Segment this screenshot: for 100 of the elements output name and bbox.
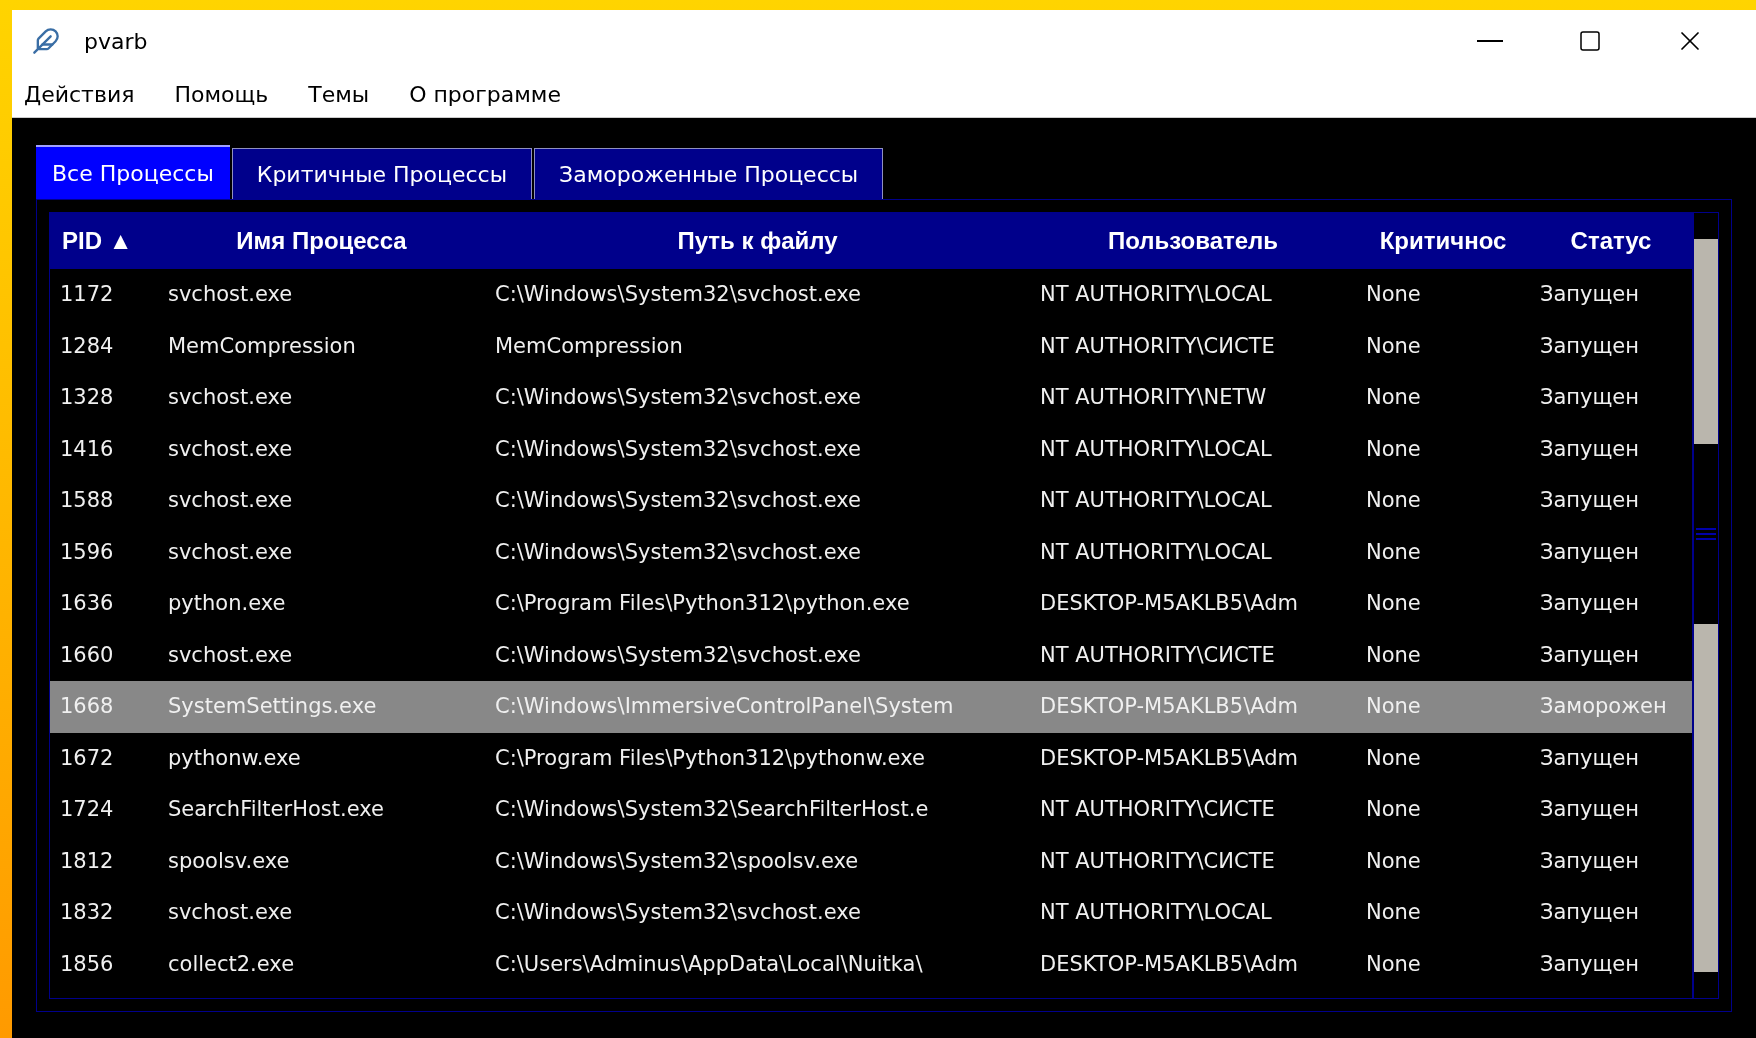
table-cell: SearchFilterHost.exe [168, 797, 384, 821]
table-cell: 1672 [60, 745, 114, 770]
table-cell: None [1366, 797, 1421, 821]
table-cell: NT AUTHORITY\LOCAL [1040, 900, 1272, 924]
table-cell: DESKTOP-M5AKLB5\Adm [1040, 694, 1298, 718]
table-cell: 1660 [60, 642, 114, 667]
table-cell: None [1366, 745, 1421, 770]
table-cell: 1668 [60, 694, 114, 718]
table-cell: None [1366, 488, 1421, 512]
table-cell: Запущен [1540, 385, 1639, 409]
column-header[interactable]: Пользователь [1107, 223, 1279, 259]
feather-icon [32, 27, 60, 55]
scrollbar-thumb[interactable] [1694, 444, 1718, 624]
column-header[interactable]: Имя Процесса [236, 223, 407, 259]
table-cell: python.exe [168, 591, 286, 615]
table-cell: MemCompression [495, 333, 683, 358]
tab[interactable]: Все Процессы [36, 145, 230, 199]
table-cell: None [1366, 951, 1421, 976]
table-cell: None [1366, 591, 1421, 615]
table-cell: svchost.exe [168, 539, 293, 564]
table-cell: NT AUTHORITY\NETW [1040, 385, 1267, 409]
column-header[interactable]: PID ▲ [62, 223, 133, 259]
table-cell: C:\Windows\System32\svchost.exe [495, 642, 861, 667]
table-cell: pythonw.exe [168, 745, 301, 770]
table-cell: Запущен [1540, 539, 1639, 564]
table-cell: C:\Users\Adminus\AppData\Local\Nuitka\ [495, 951, 923, 976]
table-cell: Запущен [1540, 488, 1639, 512]
table-cell: 1832 [60, 900, 114, 924]
table-cell: 1588 [60, 488, 114, 512]
maximize-icon [1578, 29, 1602, 53]
table-cell: C:\Windows\System32\svchost.exe [495, 385, 861, 409]
table-cell: 1172 [60, 282, 114, 306]
table-cell: NT AUTHORITY\LOCAL [1040, 282, 1272, 306]
table-cell: 1812 [60, 848, 114, 873]
table-cell: SystemSettings.exe [168, 694, 377, 718]
column-header[interactable]: Путь к файлу [677, 223, 838, 259]
table-cell: DESKTOP-M5AKLB5\Adm [1040, 745, 1298, 770]
column-header[interactable]: Критичнос [1379, 223, 1507, 259]
table-cell: C:\Windows\System32\svchost.exe [495, 436, 861, 461]
table-cell: Запущен [1540, 436, 1639, 461]
table-cell: svchost.exe [168, 282, 293, 306]
table-cell: None [1366, 848, 1421, 873]
table-cell: None [1366, 642, 1421, 667]
table-cell: C:\Windows\System32\svchost.exe [495, 488, 861, 512]
table-cell: Запущен [1540, 642, 1639, 667]
table-cell: 1416 [60, 436, 114, 461]
menu-item[interactable]: О программе [405, 78, 565, 111]
minimize-icon [1477, 40, 1503, 42]
table-cell: None [1366, 282, 1421, 306]
menu-item[interactable]: Помощь [170, 78, 273, 111]
tab[interactable]: Замороженные Процессы [534, 148, 884, 199]
table-cell: C:\Windows\System32\SearchFilterHost.e [495, 797, 929, 821]
table-cell: None [1366, 694, 1421, 718]
table-cell: None [1366, 900, 1421, 924]
table-cell: NT AUTHORITY\LOCAL [1040, 539, 1272, 564]
table-cell: svchost.exe [168, 900, 293, 924]
table-cell: Запущен [1540, 797, 1639, 821]
table-cell: Запущен [1540, 591, 1639, 615]
table-cell: C:\Windows\System32\svchost.exe [495, 539, 861, 564]
table-cell: MemCompression [168, 333, 356, 358]
table-cell: C:\Program Files\Python312\pythonw.exe [495, 745, 925, 770]
table-cell: Запущен [1540, 333, 1639, 358]
table-cell: collect2.exe [168, 951, 295, 976]
table-cell: NT AUTHORITY\СИСТЕ [1040, 797, 1275, 821]
table-cell: DESKTOP-M5AKLB5\Adm [1040, 591, 1298, 615]
table-cell: C:\Windows\System32\svchost.exe [495, 282, 861, 306]
table-cell: NT AUTHORITY\СИСТЕ [1040, 848, 1275, 873]
tab[interactable]: Критичные Процессы [231, 148, 533, 199]
table-cell: 1724 [60, 797, 114, 821]
table-cell: NT AUTHORITY\LOCAL [1040, 436, 1272, 461]
grip-icon [1696, 528, 1716, 540]
table-cell: Запущен [1540, 745, 1639, 770]
column-header[interactable]: Статус [1570, 223, 1652, 259]
table-cell: None [1366, 436, 1421, 461]
table-cell: None [1366, 385, 1421, 409]
scrollbar[interactable] [1693, 212, 1719, 999]
table-cell: C:\Windows\System32\spoolsv.exe [495, 848, 859, 873]
table-cell: 1284 [60, 333, 114, 358]
table-cell: Запущен [1540, 848, 1639, 873]
table-cell: None [1366, 333, 1421, 358]
table-cell: DESKTOP-M5AKLB5\Adm [1040, 951, 1298, 976]
menu-item[interactable]: Темы [304, 78, 374, 111]
table-cell: svchost.exe [168, 488, 293, 512]
table-cell: 1636 [60, 591, 114, 615]
table-cell: svchost.exe [168, 436, 293, 461]
window-title: pvarb [84, 27, 148, 56]
menu-item[interactable]: Действия [20, 78, 139, 111]
table-cell: 1856 [60, 951, 114, 976]
table-cell: Запущен [1540, 900, 1639, 924]
table-cell: NT AUTHORITY\СИСТЕ [1040, 333, 1275, 358]
table-cell: C:\Windows\System32\svchost.exe [495, 900, 861, 924]
table-cell: svchost.exe [168, 642, 293, 667]
table-cell: NT AUTHORITY\LOCAL [1040, 488, 1272, 512]
table-cell: NT AUTHORITY\СИСТЕ [1040, 642, 1275, 667]
table-cell: C:\Program Files\Python312\python.exe [495, 591, 910, 615]
table-cell: 1328 [60, 385, 114, 409]
table-cell: C:\Windows\ImmersiveControlPanel\System [495, 694, 954, 718]
table-cell: 1596 [60, 539, 114, 564]
table-cell: spoolsv.exe [168, 848, 290, 873]
table-cell: Запущен [1540, 282, 1639, 306]
